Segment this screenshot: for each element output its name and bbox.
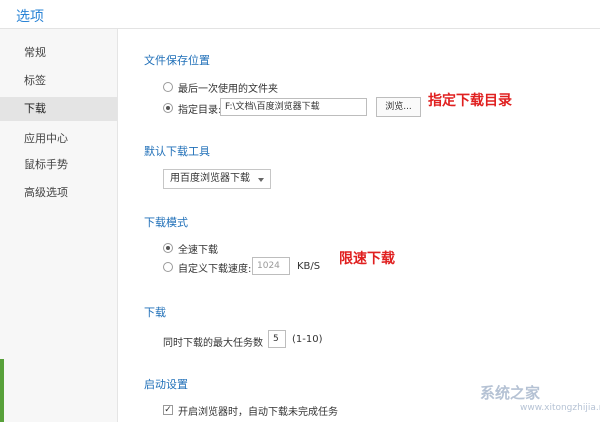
- radio-last-folder-label: 最后一次使用的文件夹: [178, 84, 278, 95]
- download-tool-value: 用百度浏览器下载: [170, 173, 250, 184]
- download-tool-select[interactable]: 用百度浏览器下载: [163, 169, 271, 189]
- sidebar: 常规 标签 下载 应用中心 鼠标手势 高级选项: [0, 29, 118, 422]
- speed-limit-input[interactable]: 1024: [252, 257, 290, 275]
- max-tasks-input[interactable]: 5: [268, 330, 286, 348]
- sidebar-item-advanced[interactable]: 高级选项: [0, 181, 117, 205]
- radio-last-folder[interactable]: [163, 82, 173, 92]
- speed-unit-label: KB/S: [297, 261, 321, 272]
- max-tasks-label: 同时下载的最大任务数: [163, 338, 263, 349]
- sidebar-item-tabs[interactable]: 标签: [0, 69, 117, 93]
- save-location-heading: 文件保存位置: [144, 54, 210, 67]
- download-mode-heading: 下载模式: [144, 216, 188, 229]
- title-bar: 选项: [0, 0, 600, 29]
- download-path-input[interactable]: F:\文档\百度浏览器下载: [220, 98, 367, 116]
- settings-panel: 文件保存位置 最后一次使用的文件夹 指定目录: F:\文档\百度浏览器下载 浏览…: [118, 29, 600, 422]
- max-tasks-range: (1-10): [292, 334, 323, 345]
- checkmark-icon: ✓: [164, 405, 172, 415]
- startup-heading: 启动设置: [144, 378, 188, 391]
- sidebar-item-general[interactable]: 常规: [0, 41, 117, 65]
- auto-resume-label: 开启浏览器时，自动下载未完成任务: [178, 407, 338, 418]
- sidebar-item-mouse-gestures[interactable]: 鼠标手势: [0, 153, 117, 177]
- sidebar-accent-bar: [0, 359, 4, 422]
- download-tool-heading: 默认下载工具: [144, 145, 210, 158]
- radio-full-speed-label: 全速下载: [178, 245, 218, 256]
- chevron-down-icon: [258, 178, 264, 182]
- annotation-specify-dir: 指定下载目录: [428, 93, 512, 109]
- annotation-limit-speed: 限速下载: [339, 251, 395, 267]
- radio-custom-speed[interactable]: [163, 262, 173, 272]
- watermark-url: www.xitongzhijia.net: [520, 403, 600, 413]
- sidebar-item-download[interactable]: 下载: [0, 97, 117, 121]
- sidebar-item-app-center[interactable]: 应用中心: [0, 127, 117, 151]
- radio-specify-dir[interactable]: [163, 103, 173, 113]
- window-title: 选项: [16, 9, 44, 25]
- browse-button[interactable]: 浏览...: [376, 97, 421, 117]
- radio-custom-speed-label: 自定义下载速度:: [178, 264, 252, 275]
- radio-specify-dir-label: 指定目录:: [178, 105, 222, 116]
- watermark-text: 系统之家: [480, 384, 541, 402]
- radio-full-speed[interactable]: [163, 243, 173, 253]
- watermark: 系统之家 www.xitongzhijia.net: [480, 382, 600, 420]
- download-heading: 下载: [144, 306, 166, 319]
- auto-resume-checkbox[interactable]: ✓: [163, 405, 173, 415]
